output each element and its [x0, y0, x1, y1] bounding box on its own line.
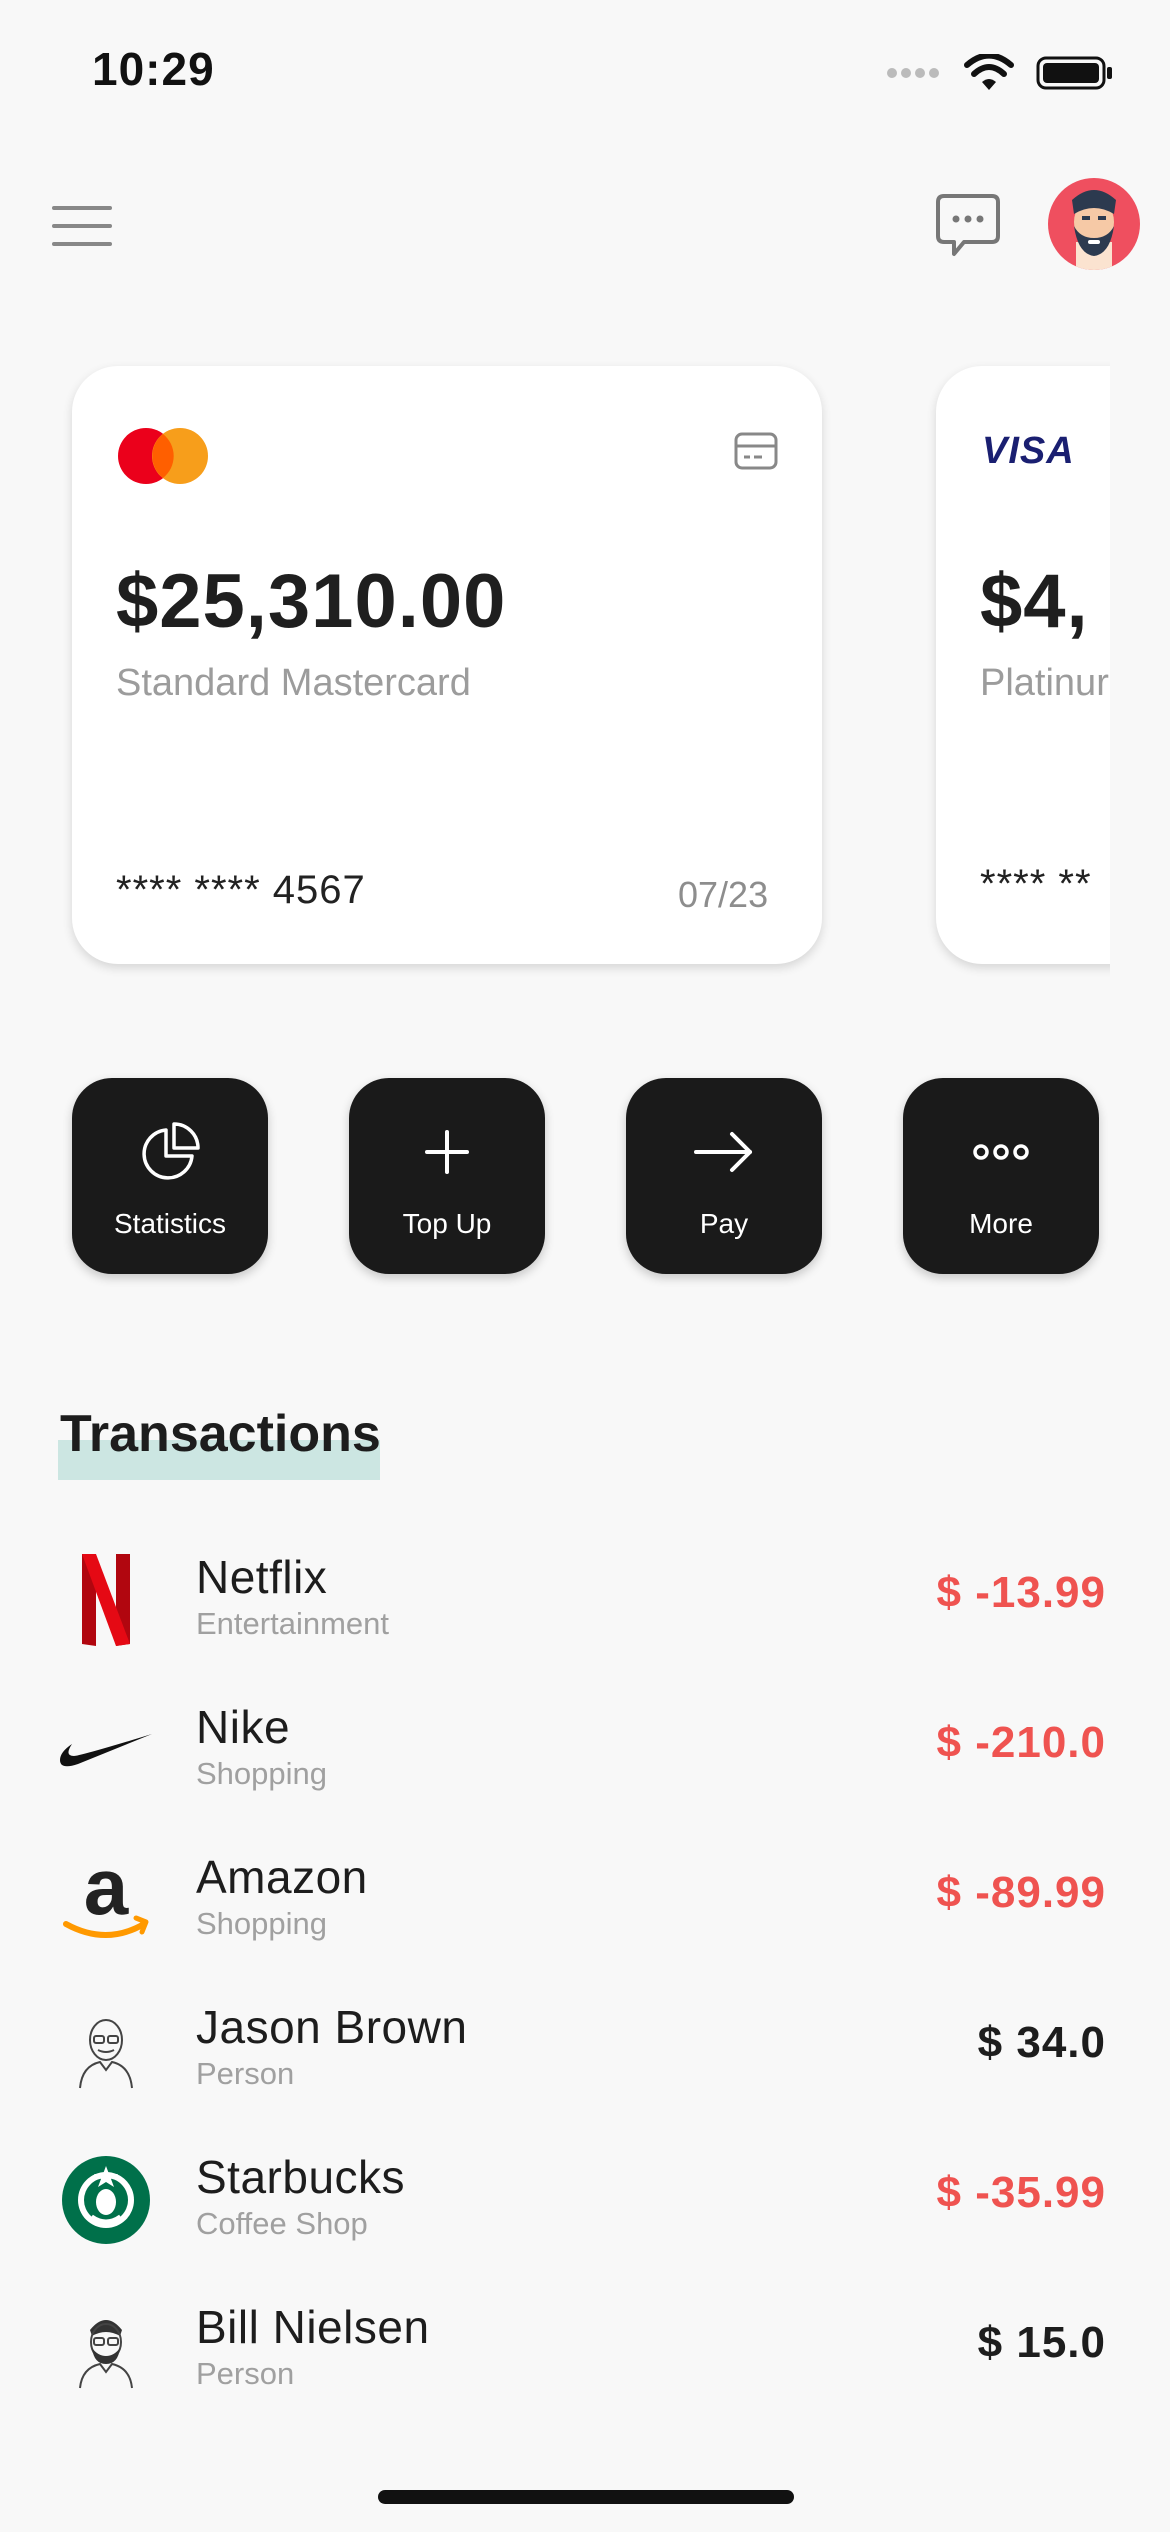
- transaction-row-starbucks[interactable]: Starbucks Coffee Shop $ -35.99: [0, 2150, 1170, 2290]
- transaction-row-jason-brown[interactable]: Jason Brown Person $ 34.0: [0, 2000, 1170, 2140]
- card-balance: $4,: [980, 559, 1089, 644]
- transaction-amount: $ -89.99: [936, 1868, 1106, 1917]
- card-name: Platinur: [980, 662, 1109, 704]
- visa-logo-icon: VISA: [982, 430, 1075, 472]
- transaction-amount: $ -35.99: [936, 2168, 1106, 2217]
- pay-label: Pay: [699, 1208, 749, 1239]
- top-up-button[interactable]: Top Up: [349, 1078, 545, 1274]
- transaction-category: Coffee Shop: [196, 2206, 368, 2241]
- status-time: 10:29: [92, 43, 215, 95]
- transaction-name: Starbucks: [196, 2151, 406, 2203]
- transaction-name: Bill Nielsen: [196, 2301, 430, 2353]
- transaction-category: Entertainment: [196, 1606, 389, 1641]
- transaction-row-nike[interactable]: Nike Shopping $ -210.0: [0, 1700, 1170, 1840]
- transaction-category: Shopping: [196, 1756, 328, 1791]
- starbucks-logo-icon: [56, 2150, 156, 2250]
- transaction-name: Netflix: [196, 1551, 328, 1603]
- transaction-amount: $ 15.0: [977, 2318, 1106, 2367]
- transaction-category: Person: [196, 2356, 295, 2391]
- arrow-right-icon: [694, 1132, 752, 1172]
- amazon-logo-icon: a: [56, 1850, 156, 1950]
- transaction-name: Nike: [196, 1701, 291, 1753]
- signal-icon: [887, 68, 939, 78]
- person-avatar-icon: [56, 2000, 156, 2100]
- svg-text:a: a: [84, 1852, 129, 1931]
- statistics-label: Statistics: [113, 1208, 227, 1239]
- nike-logo-icon: [56, 1700, 156, 1800]
- transaction-amount: $ 34.0: [977, 2018, 1106, 2067]
- avatar[interactable]: [1048, 178, 1140, 270]
- transaction-name: Jason Brown: [196, 2001, 468, 2053]
- wifi-icon: [964, 54, 1014, 90]
- transactions-title: Transactions: [60, 1405, 381, 1463]
- more-label: More: [969, 1208, 1033, 1239]
- card-number: **** **: [980, 862, 1092, 906]
- user-avatar-icon: [1072, 190, 1116, 270]
- person-avatar-icon: [56, 2300, 156, 2400]
- plus-icon: [425, 1130, 469, 1174]
- top-up-label: Top Up: [402, 1208, 492, 1239]
- card-visa[interactable]: VISA $4, Platinur **** **: [936, 366, 1110, 964]
- transaction-row-amazon[interactable]: a Amazon Shopping $ -89.99: [0, 1850, 1170, 1990]
- transaction-category: Shopping: [196, 1906, 328, 1941]
- statistics-button[interactable]: Statistics: [72, 1078, 268, 1274]
- chat-icon[interactable]: [932, 190, 1004, 262]
- battery-icon: [1036, 56, 1112, 90]
- transaction-category: Person: [196, 2056, 295, 2091]
- netflix-logo-icon: [56, 1550, 156, 1650]
- transaction-amount: $ -13.99: [936, 1568, 1106, 1617]
- transaction-row-netflix[interactable]: Netflix Entertainment $ -13.99: [0, 1550, 1170, 1690]
- more-dots-icon: [973, 1144, 1029, 1160]
- transaction-name: Amazon: [196, 1851, 368, 1903]
- status-icons: [886, 54, 1114, 92]
- transaction-row-bill-nielsen[interactable]: Bill Nielsen Person $ 15.0: [0, 2300, 1170, 2440]
- pie-chart-icon: [142, 1122, 200, 1180]
- transaction-amount: $ -210.0: [936, 1718, 1106, 1767]
- more-button[interactable]: More: [903, 1078, 1099, 1274]
- menu-icon[interactable]: [52, 206, 116, 246]
- home-indicator[interactable]: [378, 2490, 794, 2504]
- pay-button[interactable]: Pay: [626, 1078, 822, 1274]
